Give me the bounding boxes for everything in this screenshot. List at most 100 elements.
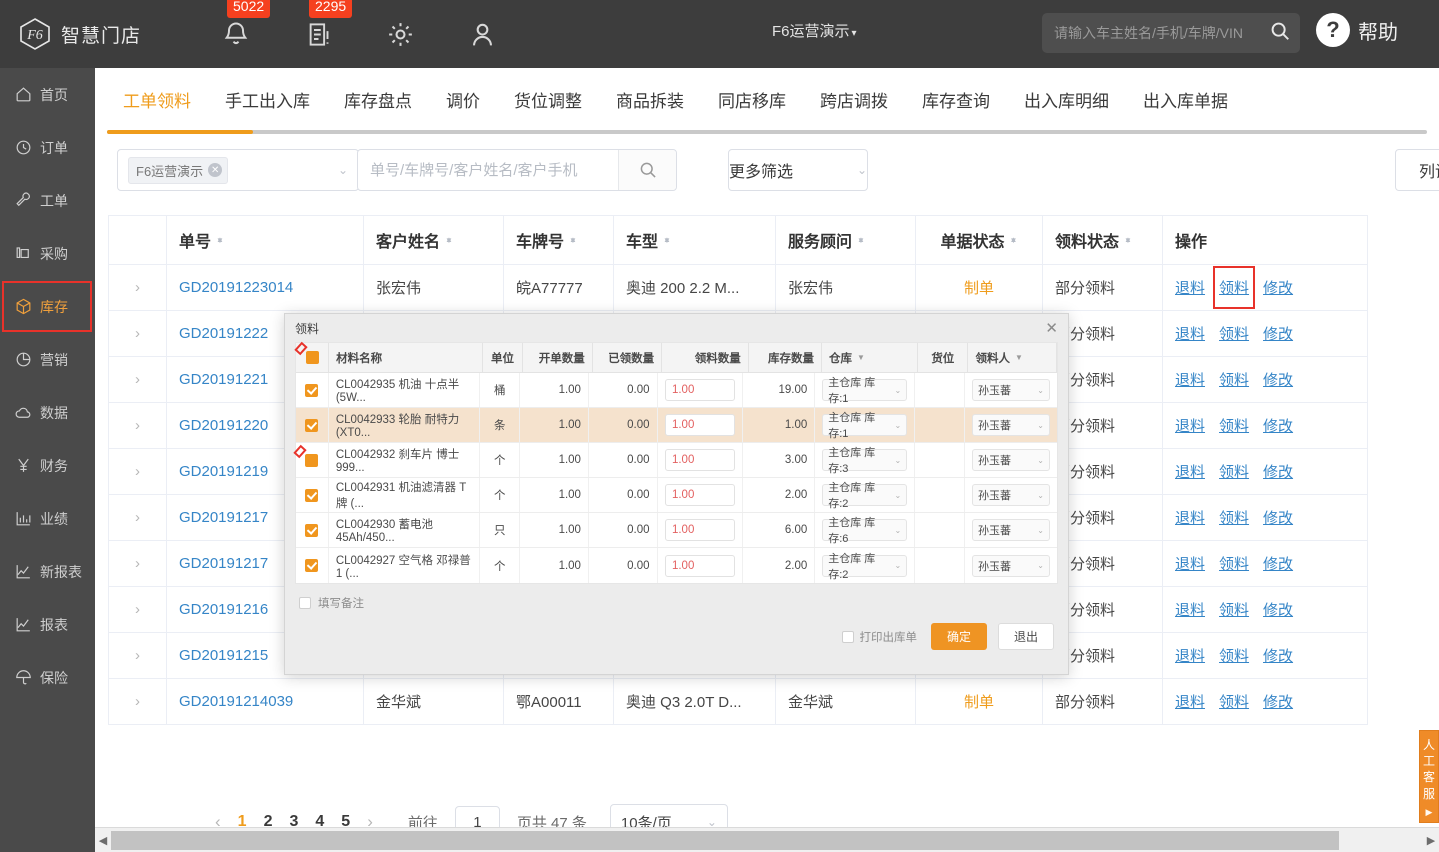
tab-manual-inout[interactable]: 手工出入库 bbox=[225, 87, 310, 112]
picker-select[interactable]: 孙玉蕃 ⌄ bbox=[972, 554, 1050, 577]
row-checkbox[interactable] bbox=[305, 453, 319, 467]
order-no-link[interactable]: GD20191216 bbox=[179, 601, 268, 618]
tab-inout-document[interactable]: 出入库单据 bbox=[1143, 87, 1228, 112]
table-header-plate[interactable]: 车牌号 ▲ ▼ bbox=[504, 216, 614, 264]
store-selector[interactable]: F6运营演示 ▾ bbox=[772, 20, 857, 41]
modal-table-row[interactable]: CL0042933 轮胎 耐特力 (XT0... 条 1.00 0.00 1.0… bbox=[296, 408, 1057, 443]
row-expand-button[interactable]: › bbox=[109, 633, 167, 678]
scroll-right-arrow[interactable]: ▶ bbox=[1423, 834, 1439, 847]
settings-button[interactable] bbox=[383, 17, 417, 51]
row-checkbox[interactable] bbox=[305, 559, 319, 572]
table-header-model[interactable]: 车型 ▲ ▼ bbox=[614, 216, 776, 264]
tab-stock-query[interactable]: 库存查询 bbox=[922, 87, 990, 112]
edit-link[interactable]: 修改 bbox=[1263, 369, 1293, 390]
row-expand-button[interactable]: › bbox=[109, 587, 167, 632]
close-icon[interactable]: ✕ bbox=[1045, 321, 1058, 336]
sidebar-item-inventory[interactable]: 库存 bbox=[0, 280, 95, 333]
table-row[interactable]: › GD20191223014 张宏伟 皖A77777 奥迪 200 2.2 M… bbox=[109, 265, 1367, 311]
modal-table-row[interactable]: CL0042932 刹车片 博士 999... 个 1.00 0.00 1.00… bbox=[296, 443, 1057, 478]
pick-material-link[interactable]: 领料 bbox=[1219, 645, 1249, 666]
return-material-link[interactable]: 退料 bbox=[1175, 691, 1205, 712]
row-checkbox[interactable] bbox=[305, 383, 319, 397]
global-search-box[interactable] bbox=[1042, 13, 1300, 53]
sidebar-item-orders[interactable]: 订单 bbox=[0, 121, 95, 174]
user-profile-button[interactable] bbox=[465, 17, 499, 51]
warehouse-select[interactable]: 主仓库 库存:2 ⌄ bbox=[822, 482, 908, 510]
sidebar-item-finance[interactable]: 财务 bbox=[0, 439, 95, 492]
order-no-link[interactable]: GD20191217 bbox=[179, 555, 268, 572]
pick-qty-input[interactable]: 1.00 bbox=[664, 484, 735, 506]
row-expand-button[interactable]: › bbox=[109, 679, 167, 724]
table-header-doc-status[interactable]: 单据状态 ▲ ▼ bbox=[916, 216, 1043, 264]
return-material-link[interactable]: 退料 bbox=[1175, 645, 1205, 666]
pick-material-link[interactable]: 领料 bbox=[1219, 461, 1249, 482]
modal-table-row[interactable]: CL0042930 蓄电池45Ah/450... 只 1.00 0.00 1.0… bbox=[296, 513, 1057, 548]
warehouse-select[interactable]: 主仓库 库存:6 ⌄ bbox=[822, 517, 908, 545]
sidebar-item-workorder[interactable]: 工单 bbox=[0, 174, 95, 227]
edit-link[interactable]: 修改 bbox=[1263, 645, 1293, 666]
sort-icon[interactable]: ▲ ▼ bbox=[1124, 235, 1132, 244]
remark-checkbox[interactable] bbox=[299, 597, 311, 609]
sidebar-item-purchase[interactable]: 采购 bbox=[0, 227, 95, 280]
sort-icon[interactable]: ▲ ▼ bbox=[1010, 235, 1018, 244]
record-search-box[interactable] bbox=[357, 149, 677, 191]
pick-qty-input[interactable]: 1.00 bbox=[664, 554, 735, 577]
picker-select[interactable]: 孙玉蕃 ⌄ bbox=[972, 379, 1050, 401]
pick-material-link[interactable]: 领料 bbox=[1219, 599, 1249, 620]
picker-select[interactable]: 孙玉蕃 ⌄ bbox=[972, 484, 1050, 506]
order-no-link[interactable]: GD20191215 bbox=[179, 647, 268, 664]
sidebar-item-insurance[interactable]: 保险 bbox=[0, 651, 95, 704]
tab-inout-detail[interactable]: 出入库明细 bbox=[1024, 87, 1109, 112]
picker-select[interactable]: 孙玉蕃 ⌄ bbox=[972, 519, 1050, 541]
search-icon[interactable] bbox=[1269, 20, 1291, 47]
horizontal-scrollbar[interactable]: ◀ ▶ bbox=[95, 827, 1439, 852]
tab-stocktaking[interactable]: 库存盘点 bbox=[344, 87, 412, 112]
modal-table-row[interactable]: CL0042935 机油 十点半 (5W... 桶 1.00 0.00 1.00… bbox=[296, 373, 1057, 408]
order-no-link[interactable]: GD20191223014 bbox=[179, 279, 293, 296]
close-icon[interactable]: ✕ bbox=[208, 163, 223, 177]
more-filter-button[interactable]: 更多筛选 ⌄ bbox=[728, 149, 868, 191]
pick-material-link[interactable]: 领料 bbox=[1219, 369, 1249, 390]
tab-workorder-picking[interactable]: 工单领料 bbox=[123, 87, 191, 112]
row-expand-button[interactable]: › bbox=[109, 357, 167, 402]
sidebar-item-marketing[interactable]: 营销 bbox=[0, 333, 95, 386]
document-button[interactable]: 2295 bbox=[301, 0, 353, 51]
table-header-advisor[interactable]: 服务顾问 ▲ ▼ bbox=[776, 216, 916, 264]
row-checkbox[interactable] bbox=[305, 523, 319, 537]
picker-select[interactable]: 孙玉蕃 ⌄ bbox=[972, 414, 1050, 436]
edit-link[interactable]: 修改 bbox=[1263, 323, 1293, 344]
global-search-input[interactable] bbox=[1042, 25, 1269, 41]
scrollbar-track[interactable] bbox=[111, 830, 1423, 850]
store-filter-select[interactable]: F6运营演示 ✕ ⌄ bbox=[117, 149, 359, 191]
row-expand-button[interactable]: › bbox=[109, 541, 167, 586]
column-setting-button[interactable]: 列设置 bbox=[1395, 149, 1439, 191]
warehouse-select[interactable]: 主仓库 库存:1 ⌄ bbox=[822, 412, 908, 440]
pick-material-link[interactable]: 领料 bbox=[1219, 507, 1249, 528]
sidebar-item-performance[interactable]: 业绩 bbox=[0, 492, 95, 545]
return-material-link[interactable]: 退料 bbox=[1175, 461, 1205, 482]
warehouse-select[interactable]: 主仓库 库存:3 ⌄ bbox=[822, 447, 908, 475]
return-material-link[interactable]: 退料 bbox=[1175, 369, 1205, 390]
sidebar-item-data[interactable]: 数据 bbox=[0, 386, 95, 439]
row-checkbox[interactable] bbox=[305, 418, 319, 432]
table-header-order-no[interactable]: 单号 ▲ ▼ bbox=[167, 216, 364, 264]
return-material-link[interactable]: 退料 bbox=[1175, 415, 1205, 436]
select-all-checkbox[interactable] bbox=[305, 351, 319, 364]
pick-material-link[interactable]: 领料 bbox=[1219, 553, 1249, 574]
order-no-link[interactable]: GD20191222 bbox=[179, 325, 268, 342]
modal-col-warehouse[interactable]: 仓库 ▼ bbox=[822, 343, 919, 372]
sort-icon[interactable]: ▲ ▼ bbox=[857, 235, 865, 244]
brand-logo-group[interactable]: F6 智慧门店 bbox=[18, 17, 141, 51]
pick-qty-input[interactable]: 1.00 bbox=[664, 414, 735, 436]
return-material-link[interactable]: 退料 bbox=[1175, 323, 1205, 344]
sort-icon[interactable]: ▲ ▼ bbox=[569, 235, 577, 244]
help-button[interactable]: ? 帮助 bbox=[1316, 13, 1398, 47]
tab-cross-store-transfer[interactable]: 跨店调拨 bbox=[820, 87, 888, 112]
picker-select[interactable]: 孙玉蕃 ⌄ bbox=[972, 449, 1050, 471]
sidebar-item-home[interactable]: 首页 bbox=[0, 68, 95, 121]
sidebar-item-report[interactable]: 报表 bbox=[0, 598, 95, 651]
modal-col-picker[interactable]: 领料人 ▼ bbox=[968, 343, 1057, 372]
row-expand-button[interactable]: › bbox=[109, 265, 167, 310]
edit-link[interactable]: 修改 bbox=[1263, 553, 1293, 574]
pick-material-link[interactable]: 领料 bbox=[1219, 323, 1249, 344]
